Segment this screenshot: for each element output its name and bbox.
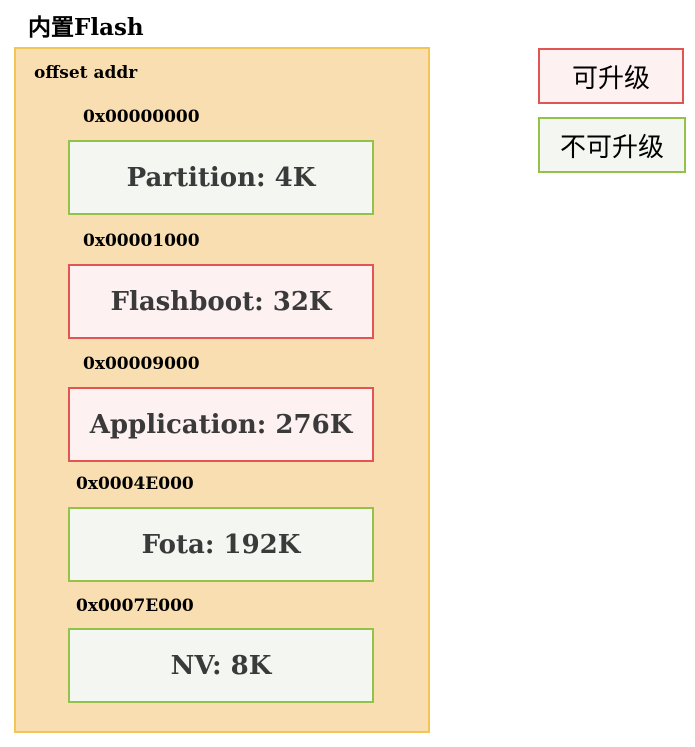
region-address: 0x0004E000 [76,474,194,494]
legend-upgradable: 可升级 [538,48,684,104]
region-address: 0x00000000 [83,107,200,127]
flashboot-region: Flashboot: 32K [68,264,374,339]
diagram-title: 内置Flash [28,14,144,41]
nv-region: NV: 8K [68,628,374,703]
internal-flash-container: offset addr 0x00000000 Partition: 4K 0x0… [14,47,430,733]
fota-region: Fota: 192K [68,507,374,582]
partition-region: Partition: 4K [68,140,374,215]
legend-not-upgradable: 不可升级 [538,117,686,173]
region-address: 0x00001000 [83,231,200,251]
region-address: 0x0007E000 [76,596,194,616]
application-region: Application: 276K [68,387,374,462]
offset-addr-label: offset addr [34,63,138,83]
region-address: 0x00009000 [83,354,200,374]
